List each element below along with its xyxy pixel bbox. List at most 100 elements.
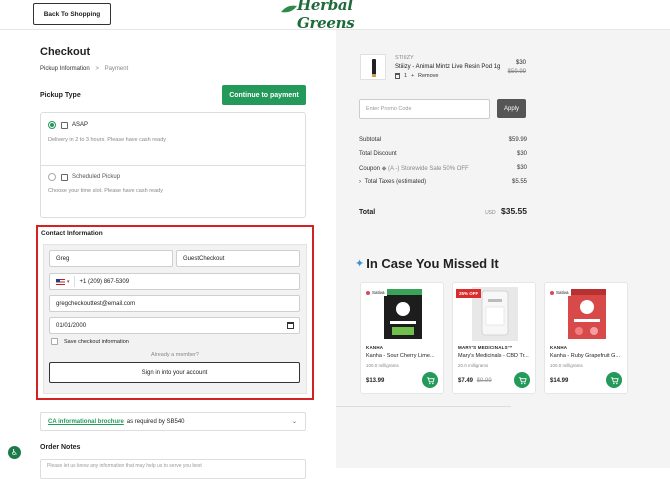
product-price-wrap: $13.99 <box>366 378 384 384</box>
recommendations-title: In Case You Missed It <box>366 256 499 271</box>
discount-badge: 25% OFF <box>456 289 482 298</box>
brochure-dropdown[interactable]: CA informational brochure as required by… <box>40 412 306 431</box>
page-title: Checkout <box>40 46 91 58</box>
dob-value: 01/01/2000 <box>56 322 87 329</box>
total-value-wrap: USD $35.55 <box>485 206 527 216</box>
brochure-link[interactable]: CA informational brochure <box>48 419 124 425</box>
tag-icon: ◆ <box>381 166 387 172</box>
us-flag-icon[interactable] <box>56 278 65 285</box>
product-dosage: 100.0 milligrams <box>550 363 583 368</box>
contact-heading: Contact Information <box>41 230 103 237</box>
breadcrumb-separator: > <box>95 66 99 72</box>
coupon-row-label: Coupon ◆ (A -) Storewide Sale 50% OFF <box>359 165 469 172</box>
chevron-down-icon[interactable]: ▾ <box>67 279 70 285</box>
cart-item-brand: STIIIZY <box>395 55 414 61</box>
phone-field[interactable]: ▾ +1 (209) 867-5309 <box>49 273 300 290</box>
product-dosage: 20.0 milligrams <box>458 363 489 368</box>
logo[interactable]: Herbal Greens <box>281 0 389 32</box>
trash-icon[interactable] <box>395 73 400 79</box>
save-checkout-checkbox-row[interactable]: Save checkout information <box>51 338 129 345</box>
summary-row: Coupon ◆ (A -) Storewide Sale 50% OFF $3… <box>359 165 527 172</box>
divider <box>336 406 511 407</box>
continue-to-payment-button[interactable]: Continue to payment <box>222 85 306 105</box>
save-checkout-checkbox[interactable] <box>51 338 58 345</box>
already-member-text: Already a member? <box>151 352 199 358</box>
cart-item-name: Stiiizy - Animal Mintz Live Resin Pod 1g <box>395 64 501 70</box>
currency-label: USD <box>485 210 496 216</box>
calendar-icon[interactable] <box>287 322 294 329</box>
remove-link[interactable]: Remove <box>418 73 438 79</box>
order-notes-input[interactable]: Please let us know any information that … <box>40 459 306 479</box>
total-row: Total USD $35.55 <box>359 206 527 216</box>
pickup-option-scheduled[interactable]: Scheduled Pickup <box>48 173 120 181</box>
product-image-kanha-red <box>568 289 606 339</box>
product-thumbnail <box>360 54 386 80</box>
summary-label: Coupon <box>359 166 381 172</box>
calendar-icon <box>61 173 68 181</box>
cart-item-qty-row: 1 + Remove <box>395 73 438 79</box>
breadcrumb-payment[interactable]: Payment <box>105 66 129 72</box>
product-name[interactable]: Mary's Medicinals - CBD Tr... <box>458 353 534 359</box>
add-to-cart-button[interactable] <box>606 372 622 388</box>
summary-value: $59.99 <box>508 137 527 143</box>
plus-icon[interactable]: + <box>411 73 414 79</box>
add-to-cart-button[interactable] <box>422 372 438 388</box>
brochure-suffix: as required by SB540 <box>126 418 185 425</box>
pickup-type-heading: Pickup Type <box>40 92 81 99</box>
summary-value: $30 <box>516 165 527 171</box>
product-price: $7.49 <box>458 378 474 384</box>
first-name-field[interactable]: Greg <box>49 250 173 267</box>
phone-value: +1 (209) 867-5309 <box>79 278 130 285</box>
sativa-badge: Sativa <box>548 289 571 296</box>
pickup-option-desc: Choose your time slot. Please have cash … <box>48 188 163 194</box>
contact-form: Greg GuestCheckout ▾ +1 (209) 867-5309 g… <box>43 244 307 394</box>
cart-item-price: $30 <box>515 60 526 66</box>
recommendations-heading: ✦ In Case You Missed It <box>355 256 499 271</box>
product-name[interactable]: Kanha - Ruby Grapefruit G... <box>550 353 626 359</box>
sparkle-icon: ✦ <box>355 258 365 270</box>
breadcrumb-pickup[interactable]: Pickup Information <box>40 66 90 72</box>
logo-text: Herbal Greens <box>297 0 355 32</box>
divider <box>41 165 305 166</box>
promo-code-input[interactable]: Enter Promo Code <box>359 99 490 119</box>
pickup-option-asap[interactable]: ASAP <box>48 121 88 129</box>
summary-value: $30 <box>516 151 527 157</box>
product-price: $14.99 <box>550 378 569 384</box>
order-summary-panel: STIIIZY Stiiizy - Animal Mintz Live Resi… <box>336 30 670 468</box>
product-card[interactable]: Sativa KANHA Kanha - Ruby Grapefruit G..… <box>544 282 628 394</box>
sign-in-button[interactable]: Sign in into your account <box>49 362 300 383</box>
back-to-shopping-button[interactable]: Back To Shopping <box>33 3 111 25</box>
last-name-field[interactable]: GuestCheckout <box>176 250 300 267</box>
product-dosage: 100.0 milligrams <box>366 363 399 368</box>
summary-row: Total Discount $30 <box>359 151 527 157</box>
summary-label: Total Taxes (estimated) <box>364 179 427 185</box>
product-brand: MARY'S MEDICINALS™ <box>458 345 513 350</box>
date-of-birth-field[interactable]: 01/01/2000 <box>49 317 300 334</box>
pickup-option-label: Scheduled Pickup <box>72 174 121 180</box>
email-field[interactable]: gregcheckouttest@email.com <box>49 295 300 312</box>
chevron-down-icon[interactable]: ⌄ <box>292 418 297 425</box>
product-card[interactable]: 25% OFF MARY'S MEDICINALS™ Mary's Medici… <box>452 282 536 394</box>
top-bar: Back To Shopping Herbal Greens <box>0 0 670 32</box>
product-card[interactable]: Sativa KANHA Kanha - Sour Cherry Lime...… <box>360 282 444 394</box>
order-notes-heading: Order Notes <box>40 444 81 451</box>
radio-selected-icon[interactable] <box>48 121 56 129</box>
summary-row: Subtotal $59.99 <box>359 137 527 143</box>
pickup-options: ASAP Delivery in 2 to 3 hours. Please ha… <box>40 112 306 218</box>
accessibility-icon[interactable]: ♿ <box>8 446 21 459</box>
chevron-right-icon[interactable]: › <box>359 179 361 185</box>
radio-icon[interactable] <box>48 173 56 181</box>
product-image-kanha-black <box>384 289 422 339</box>
summary-value: $5.55 <box>511 179 527 185</box>
cart-item-qty[interactable]: 1 <box>404 73 407 79</box>
sativa-badge: Sativa <box>364 289 387 296</box>
product-old-price: $9.99 <box>476 378 492 384</box>
vape-pen-tip <box>372 74 376 77</box>
pickup-option-label: ASAP <box>72 122 89 128</box>
add-to-cart-button[interactable] <box>514 372 530 388</box>
leaf-icon <box>281 5 297 13</box>
taxes-row[interactable]: › Total Taxes (estimated) $5.55 <box>359 179 527 185</box>
apply-button[interactable]: Apply <box>497 99 526 118</box>
product-name[interactable]: Kanha - Sour Cherry Lime... <box>366 353 442 359</box>
taxes-label-wrap: › Total Taxes (estimated) <box>359 179 426 185</box>
